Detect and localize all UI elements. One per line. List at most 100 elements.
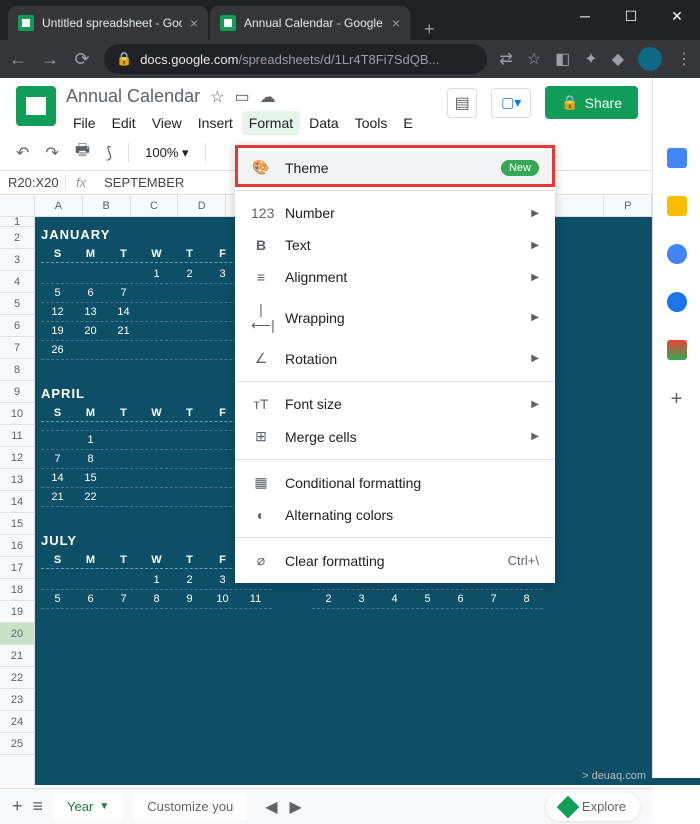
menu-clear[interactable]: ⌀ Clear formatting Ctrl+\ — [235, 544, 555, 577]
maps-addon-icon[interactable] — [667, 340, 687, 360]
url-input[interactable]: 🔒 docs.google.com/spreadsheets/d/1Lr4T8F… — [104, 44, 487, 74]
menu-insert[interactable]: Insert — [191, 111, 240, 135]
tasks-addon-icon[interactable] — [667, 244, 687, 264]
menu-conditional[interactable]: ▦ Conditional formatting — [235, 466, 555, 499]
sheets-logo-icon[interactable] — [16, 86, 56, 126]
zoom-select[interactable]: 100% ▾ — [145, 145, 188, 161]
clear-icon: ⌀ — [251, 552, 271, 569]
row-header[interactable]: 19 — [0, 601, 34, 623]
forward-icon[interactable]: → — [40, 49, 60, 70]
menu-rotation[interactable]: ∠ Rotation ▶ — [235, 342, 555, 375]
add-addon-icon[interactable]: + — [671, 388, 683, 411]
minimize-button[interactable]: ─ — [562, 0, 608, 32]
row-header[interactable]: 21 — [0, 645, 34, 667]
palette-icon: 🎨 — [251, 159, 271, 176]
star-icon[interactable]: ☆ — [527, 49, 541, 69]
sheet-tab-customize[interactable]: Customize you — [133, 793, 247, 820]
redo-icon[interactable]: ↷ — [45, 143, 58, 163]
row-header[interactable]: 17 — [0, 557, 34, 579]
close-button[interactable]: ✕ — [654, 0, 700, 32]
row-header[interactable]: 18 — [0, 579, 34, 601]
menu-data[interactable]: Data — [302, 111, 346, 135]
row-header[interactable]: 7 — [0, 337, 34, 359]
menu-file[interactable]: File — [66, 111, 103, 135]
row-header[interactable]: 24 — [0, 711, 34, 733]
row-header[interactable]: 15 — [0, 513, 34, 535]
menu-tools[interactable]: Tools — [348, 111, 395, 135]
ext2-icon[interactable]: ◆ — [612, 49, 624, 69]
cell-reference[interactable]: R20:X20 — [0, 175, 66, 190]
add-sheet-button[interactable]: + — [12, 796, 23, 817]
print-icon[interactable]: 🖶 — [75, 139, 90, 166]
column-header[interactable]: C — [131, 195, 179, 216]
translate-icon[interactable]: ⇄ — [499, 49, 512, 69]
row-header[interactable]: 2 — [0, 227, 34, 249]
row-header[interactable]: 5 — [0, 293, 34, 315]
reload-icon[interactable]: ⟳ — [72, 49, 92, 70]
close-icon[interactable]: × — [392, 15, 400, 31]
menu-view[interactable]: View — [145, 111, 189, 135]
paint-format-icon[interactable]: ⟆ — [106, 143, 112, 163]
row-header[interactable]: 22 — [0, 667, 34, 689]
close-icon[interactable]: × — [190, 15, 198, 31]
menu-format[interactable]: Format — [242, 111, 300, 135]
keep-addon-icon[interactable] — [667, 196, 687, 216]
maximize-button[interactable]: ☐ — [608, 0, 654, 32]
row-header[interactable]: 10 — [0, 403, 34, 425]
row-header[interactable]: 9 — [0, 381, 34, 403]
browser-tab-1[interactable]: Annual Calendar - Google S × — [210, 6, 410, 40]
column-header[interactable]: A — [35, 195, 83, 216]
menu-number[interactable]: 123 Number ▶ — [235, 197, 555, 229]
row-header[interactable]: 3 — [0, 249, 34, 271]
comments-button[interactable]: ▤ — [447, 88, 477, 118]
row-header[interactable]: 14 — [0, 491, 34, 513]
row-header[interactable]: 4 — [0, 271, 34, 293]
ext1-icon[interactable]: ◧ — [555, 49, 570, 69]
menu-icon[interactable]: ⋮ — [676, 49, 692, 69]
extensions-icon[interactable]: ✦ — [584, 49, 597, 69]
prev-sheet-icon[interactable]: ◀ — [265, 797, 277, 817]
menu-text[interactable]: B Text ▶ — [235, 229, 555, 261]
star-icon[interactable]: ☆ — [210, 87, 224, 107]
back-icon[interactable]: ← — [8, 49, 28, 70]
menu-merge[interactable]: ⊞ Merge cells ▶ — [235, 420, 555, 453]
menu-fontsize[interactable]: тT Font size ▶ — [235, 388, 555, 420]
row-header[interactable]: 13 — [0, 469, 34, 491]
column-header[interactable]: P — [604, 195, 652, 216]
browser-tab-0[interactable]: Untitled spreadsheet - Goog × — [8, 6, 208, 40]
profile-avatar[interactable] — [638, 47, 662, 71]
menu-extensions[interactable]: E — [396, 111, 419, 135]
move-icon[interactable]: ▭ — [234, 87, 249, 107]
row-header[interactable]: 25 — [0, 733, 34, 755]
row-header[interactable]: 8 — [0, 359, 34, 381]
calendar-addon-icon[interactable] — [667, 148, 687, 168]
row-header[interactable]: 20 — [0, 623, 34, 645]
document-title[interactable]: Annual Calendar — [66, 86, 200, 107]
row-header[interactable]: 11 — [0, 425, 34, 447]
formula-value[interactable]: SEPTEMBER — [96, 175, 192, 190]
new-tab-button[interactable]: + — [412, 19, 447, 40]
menu-alignment[interactable]: ≡ Alignment ▶ — [235, 261, 555, 293]
menu-alternating[interactable]: ◐ Alternating colors — [235, 499, 555, 531]
row-header[interactable]: 23 — [0, 689, 34, 711]
contacts-addon-icon[interactable] — [667, 292, 687, 312]
sheets-header: Annual Calendar ☆ ▭ ☁ File Edit View Ins… — [0, 78, 700, 135]
present-button[interactable]: ▢▾ — [491, 88, 531, 118]
menu-theme[interactable]: 🎨 Theme New — [235, 151, 555, 184]
row-header[interactable]: 6 — [0, 315, 34, 337]
row-header[interactable]: 16 — [0, 535, 34, 557]
share-button[interactable]: 🔒 Share — [545, 86, 638, 119]
cloud-icon[interactable]: ☁ — [260, 87, 276, 107]
column-header[interactable]: D — [178, 195, 226, 216]
row-header[interactable]: 12 — [0, 447, 34, 469]
row-header[interactable]: 1 — [0, 217, 34, 227]
select-all-corner[interactable] — [0, 195, 35, 216]
all-sheets-button[interactable]: ≡ — [33, 796, 44, 817]
sheet-tab-year[interactable]: Year ▼ — [53, 793, 123, 820]
undo-icon[interactable]: ↶ — [16, 143, 29, 163]
next-sheet-icon[interactable]: ▶ — [290, 797, 302, 817]
explore-button[interactable]: Explore — [546, 793, 640, 821]
column-header[interactable]: B — [83, 195, 131, 216]
menu-wrapping[interactable]: |⟵| Wrapping ▶ — [235, 293, 555, 342]
menu-edit[interactable]: Edit — [105, 111, 143, 135]
